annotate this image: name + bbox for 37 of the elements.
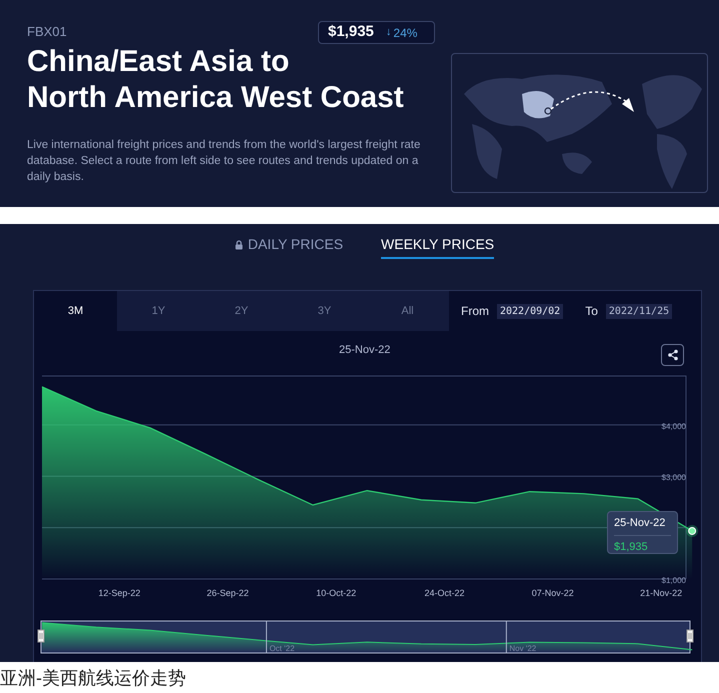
price-value: $1,935 <box>328 22 374 42</box>
data-point-marker <box>686 524 698 537</box>
navigator-handle[interactable] <box>686 630 694 642</box>
y-tick-label: $4,000 <box>662 422 686 431</box>
navigator-label: Nov '22 <box>509 644 536 653</box>
share-button[interactable] <box>661 344 684 366</box>
x-tick-label: 07-Nov-22 <box>532 588 574 598</box>
from-label: From <box>461 303 489 320</box>
to-label: To <box>585 303 598 320</box>
tooltip-value: $1,935 <box>614 540 649 554</box>
range-button[interactable]: 2Y <box>200 291 283 331</box>
date-field[interactable]: 2022/09/02 <box>497 304 564 318</box>
x-tick-label: 24-Oct-22 <box>424 588 464 598</box>
navigator-handle[interactable] <box>38 630 44 642</box>
caption: 亚洲-美西航线运价走势 <box>0 667 187 690</box>
hover-date: 25-Nov-22 <box>339 343 390 358</box>
arrow-icon: ↓ <box>386 24 392 41</box>
price-tab[interactable]: WEEKLY PRICES <box>381 234 494 259</box>
navigator-label: Oct '22 <box>269 644 295 653</box>
route-title: North America West Coast <box>27 80 404 116</box>
x-tick-label: 26-Sep-22 <box>206 588 249 598</box>
description: Live international freight prices and trends from the world's largest freight rate database. Select a route from left side to see routes and trends updated on a daily basis. <box>27 138 422 185</box>
range-button[interactable]: 1Y <box>117 291 200 331</box>
route-code: FBX01 <box>27 23 67 41</box>
price-change: 24% <box>393 24 418 42</box>
y-tick-label: $3,000 <box>662 473 686 482</box>
date-field[interactable]: 2022/11/25 <box>606 304 672 318</box>
price-tab[interactable]: DAILY PRICES <box>234 234 344 259</box>
x-tick-label: 12-Sep-22 <box>98 588 140 598</box>
range-button[interactable]: All <box>366 291 449 331</box>
route-title: China/East Asia to <box>27 44 290 80</box>
tooltip-date: 25-Nov-22 <box>614 515 671 536</box>
share-icon <box>666 349 678 361</box>
range-button[interactable]: 3Y <box>283 291 366 331</box>
y-tick-label: $1,000 <box>662 576 686 585</box>
x-tick-label: 10-Oct-22 <box>316 588 356 598</box>
x-tick-label: 21-Nov-22 <box>640 588 682 598</box>
